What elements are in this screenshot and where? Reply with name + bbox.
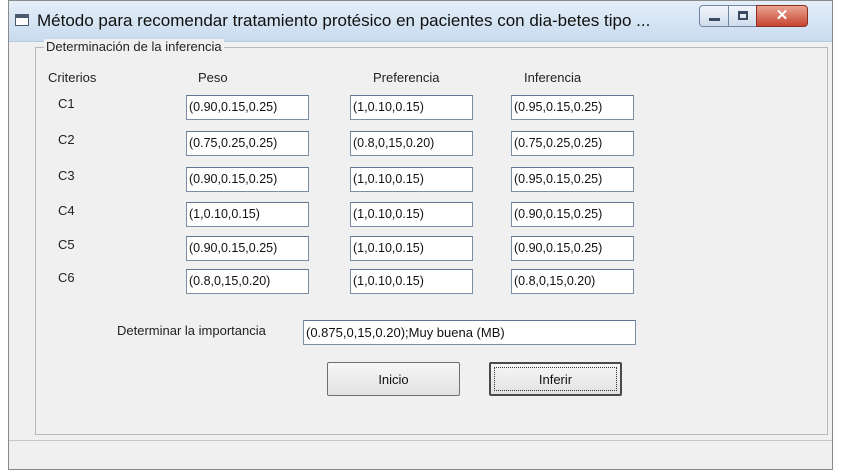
importance-field[interactable]: (0.875,0,15,0.20);Muy buena (MB) [303, 320, 636, 345]
row-label-c3: C3 [58, 168, 75, 183]
minimize-button[interactable] [699, 5, 729, 27]
preferencia-field-c1[interactable]: (1,0.10,0.15) [350, 95, 473, 120]
app-window: Método para recomendar tratamiento proté… [8, 0, 833, 470]
preferencia-field-c5[interactable]: (1,0.10,0.15) [350, 236, 473, 261]
row-label-c2: C2 [58, 132, 75, 147]
inferencia-field-c1[interactable]: (0.95,0.15,0.25) [511, 95, 634, 120]
maximize-button[interactable] [728, 5, 757, 27]
inferir-button[interactable]: Inferir [489, 362, 622, 396]
row-label-c5: C5 [58, 237, 75, 252]
close-icon: ✕ [775, 7, 789, 24]
inferencia-field-c6[interactable]: (0.8,0,15,0.20) [511, 269, 634, 294]
peso-field-c4[interactable]: (1,0.10,0.15) [186, 202, 309, 227]
minimize-icon [709, 18, 720, 21]
row-label-c4: C4 [58, 203, 75, 218]
title-bar[interactable]: Método para recomendar tratamiento proté… [9, 1, 832, 42]
peso-field-c2[interactable]: (0.75,0.25,0.25) [186, 131, 309, 156]
header-inferencia: Inferencia [524, 70, 582, 85]
app-window-icon[interactable] [15, 14, 29, 26]
peso-field-c6[interactable]: (0.8,0,15,0.20) [186, 269, 309, 294]
close-button[interactable]: ✕ [756, 5, 808, 27]
preferencia-field-c3[interactable]: (1,0.10,0.15) [350, 167, 473, 192]
preferencia-field-c2[interactable]: (0.8,0,15,0.20) [350, 131, 473, 156]
header-criterios: Criterios [48, 70, 97, 85]
row-label-c1: C1 [58, 96, 75, 111]
inference-group: Determinación de la inferencia Criterios… [35, 39, 828, 435]
header-peso: Peso [198, 70, 228, 85]
window-bottom-bar [9, 440, 832, 469]
group-legend: Determinación de la inferencia [44, 39, 224, 54]
inferencia-field-c5[interactable]: (0.90,0.15,0.25) [511, 236, 634, 261]
inferencia-field-c2[interactable]: (0.75,0.25,0.25) [511, 131, 634, 156]
inicio-button[interactable]: Inicio [327, 362, 460, 396]
peso-field-c1[interactable]: (0.90,0.15,0.25) [186, 95, 309, 120]
peso-field-c3[interactable]: (0.90,0.15,0.25) [186, 167, 309, 192]
inferencia-field-c4[interactable]: (0.90,0.15,0.25) [511, 202, 634, 227]
inferencia-field-c3[interactable]: (0.95,0.15,0.25) [511, 167, 634, 192]
preferencia-field-c6[interactable]: (1,0.10,0.15) [350, 269, 473, 294]
header-preferencia: Preferencia [373, 70, 440, 85]
window-title: Método para recomendar tratamiento proté… [37, 11, 651, 30]
maximize-icon [738, 11, 748, 20]
focus-rectangle [494, 367, 617, 391]
importance-label: Determinar la importancia [117, 323, 266, 338]
preferencia-field-c4[interactable]: (1,0.10,0.15) [350, 202, 473, 227]
row-label-c6: C6 [58, 270, 75, 285]
peso-field-c5[interactable]: (0.90,0.15,0.25) [186, 236, 309, 261]
